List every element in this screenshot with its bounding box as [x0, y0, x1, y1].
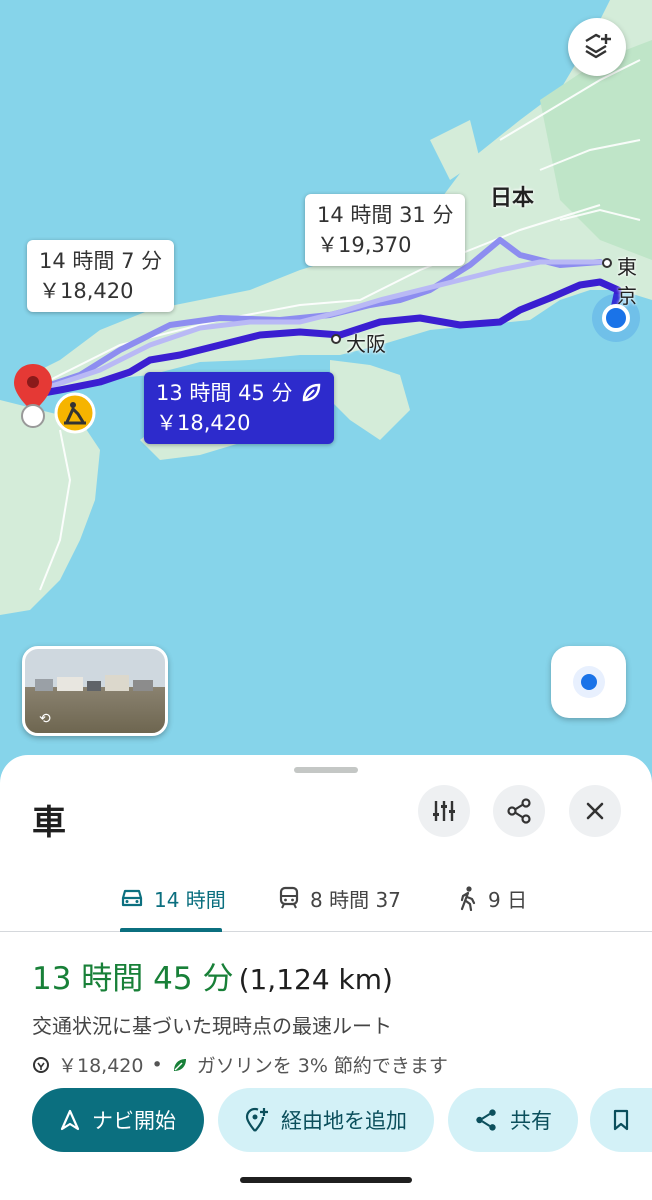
system-home-indicator[interactable]	[240, 1177, 412, 1183]
share-icon	[476, 1109, 496, 1131]
navigation-arrow-icon	[60, 1109, 80, 1131]
map-view[interactable]: 14 時間 7 分 ￥18,420 14 時間 31 分 ￥19,370 13 …	[0, 0, 652, 790]
map-label-country: 日本	[490, 186, 535, 211]
add-stop-label: 経由地を追加	[281, 1109, 407, 1133]
tab-driving[interactable]: 14 時間	[120, 865, 226, 931]
destination-pin-icon[interactable]	[12, 362, 54, 428]
tab-label: 14 時間	[154, 887, 226, 912]
tab-transit[interactable]: 8 時間 37	[278, 865, 401, 931]
directions-sheet: 車 14 時間 8 時間 37 9 日 13 時間 45 分 (1,124 km…	[0, 755, 652, 1200]
save-button[interactable]	[590, 1088, 652, 1152]
map-layers-button[interactable]	[568, 18, 626, 76]
active-tab-indicator	[120, 928, 222, 932]
my-location-button[interactable]	[551, 646, 626, 718]
route-callout-alt-1[interactable]: 14 時間 7 分 ￥18,420	[27, 240, 175, 312]
rotate-icon: ⟲	[39, 711, 51, 727]
tab-walking[interactable]: 9 日	[458, 865, 527, 931]
add-stop-button[interactable]: 経由地を追加	[218, 1088, 434, 1152]
car-icon	[121, 889, 143, 907]
sheet-title: 車	[32, 803, 66, 843]
toll-cost: ￥18,420	[58, 1055, 144, 1077]
eco-leaf-icon	[173, 1058, 186, 1071]
route-summary[interactable]: 13 時間 45 分 (1,124 km) 交通状況に基づいた現時点の最速ルート…	[32, 953, 632, 1078]
route-callout-selected[interactable]: 13 時間 45 分 ￥18,420	[144, 372, 335, 444]
route-time: 13 時間 45 分	[156, 381, 293, 405]
layers-icon	[585, 33, 611, 59]
route-time: 14 時間 31 分	[317, 203, 454, 227]
street-view-scene	[35, 675, 153, 691]
route-distance: (1,124 km)	[238, 963, 393, 996]
route-options-button[interactable]	[418, 785, 470, 837]
add-location-icon	[245, 1107, 268, 1132]
share-label: 共有	[510, 1109, 552, 1133]
route-description: 交通状況に基づいた現時点の最速ルート	[32, 1014, 392, 1038]
share-icon	[507, 798, 531, 824]
close-button[interactable]	[569, 785, 621, 837]
route-duration: 13 時間 45 分	[32, 961, 234, 997]
toll-icon	[33, 1056, 49, 1073]
walk-icon	[460, 886, 476, 911]
sheet-drag-handle[interactable]	[294, 767, 358, 773]
route-time: 14 時間 7 分	[39, 249, 163, 273]
fuel-saving-text: ガソリンを 3% 節約できます	[196, 1055, 448, 1077]
start-navigation-label: ナビ開始	[92, 1109, 176, 1133]
start-navigation-button[interactable]: ナビ開始	[32, 1088, 204, 1152]
tab-label: 9 日	[488, 887, 528, 912]
my-location-icon	[572, 666, 605, 698]
route-meta: ￥18,420 • ガソリンを 3% 節約できます	[32, 1051, 632, 1078]
train-icon	[279, 886, 299, 909]
map-label-osaka: 大阪	[346, 332, 386, 356]
share-route-button[interactable]	[493, 785, 545, 837]
eco-leaf-icon	[303, 383, 321, 402]
close-icon	[586, 802, 604, 820]
street-view-thumbnail[interactable]: ⟲	[22, 646, 168, 736]
tab-label: 8 時間 37	[310, 887, 401, 912]
share-button[interactable]: 共有	[448, 1088, 578, 1152]
map-label-tokyo: 東京	[617, 255, 637, 308]
route-cost: ￥18,420	[156, 411, 251, 435]
road-work-icon[interactable]	[54, 392, 96, 434]
route-callout-alt-2[interactable]: 14 時間 31 分 ￥19,370	[305, 194, 466, 266]
action-buttons: ナビ開始 経由地を追加 共有	[32, 1088, 652, 1152]
meta-separator: •	[151, 1053, 163, 1076]
travel-mode-tabs: 14 時間 8 時間 37 9 日	[0, 865, 652, 932]
route-cost: ￥19,370	[317, 233, 412, 257]
tune-icon	[433, 801, 455, 821]
bookmark-icon	[613, 1109, 629, 1131]
route-cost: ￥18,420	[39, 279, 134, 303]
